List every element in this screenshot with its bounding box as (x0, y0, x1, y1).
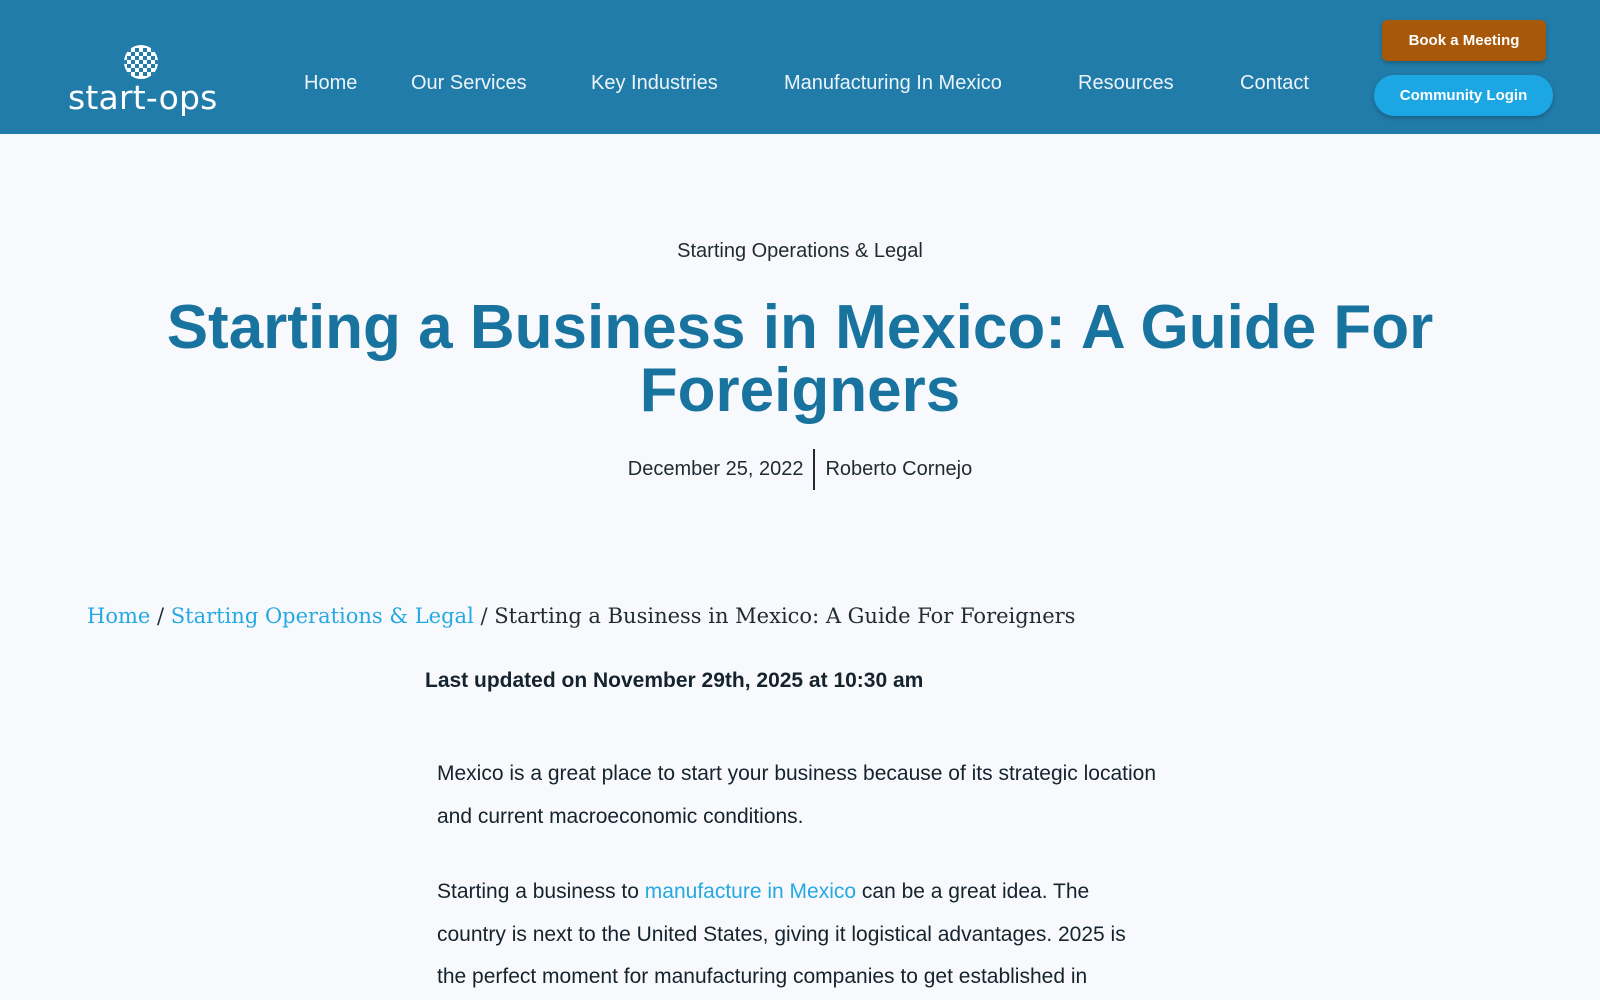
meta-divider (813, 449, 816, 490)
breadcrumb-current: Starting a Business in Mexico: A Guide F… (494, 604, 1076, 628)
breadcrumb-separator: / (157, 604, 171, 628)
site-logo[interactable]: start-ops (68, 40, 218, 120)
logo-wordmark: start-ops (68, 78, 218, 117)
nav-home[interactable]: Home (304, 72, 357, 102)
nav-key-industries[interactable]: Key Industries (591, 72, 718, 102)
breadcrumb-separator: / (480, 604, 495, 628)
paragraph-text: Starting a business to (437, 880, 645, 903)
post-date: December 25, 2022 (627, 458, 804, 480)
nav-contact[interactable]: Contact (1240, 72, 1309, 102)
article-paragraph: Mexico is a great place to start your bu… (437, 762, 1157, 828)
community-login-button[interactable]: Community Login (1374, 75, 1553, 116)
article-paragraph: Starting a business to manufacture in Me… (437, 871, 1157, 999)
logo-globe-icon (124, 45, 158, 79)
post-meta: December 25, 2022 Roberto Cornejo (0, 449, 1600, 490)
post-category[interactable]: Starting Operations & Legal (0, 240, 1600, 263)
site-header: start-ops Home Our Services Key Industri… (0, 0, 1600, 134)
nav-resources[interactable]: Resources (1078, 72, 1174, 102)
nav-our-services[interactable]: Our Services (411, 72, 527, 102)
breadcrumb-home[interactable]: Home (87, 604, 150, 628)
page-title: Starting a Business in Mexico: A Guide F… (166, 293, 1434, 425)
last-updated: Last updated on November 29th, 2025 at 1… (425, 669, 924, 692)
post-author[interactable]: Roberto Cornejo (825, 458, 972, 481)
nav-manufacturing-in-mexico[interactable]: Manufacturing In Mexico (784, 72, 1002, 102)
breadcrumb-category[interactable]: Starting Operations & Legal (171, 604, 474, 628)
breadcrumb: Home / Starting Operations & Legal / Sta… (87, 604, 1075, 628)
book-meeting-button[interactable]: Book a Meeting (1382, 20, 1546, 61)
manufacture-in-mexico-link[interactable]: manufacture in Mexico (645, 880, 856, 903)
